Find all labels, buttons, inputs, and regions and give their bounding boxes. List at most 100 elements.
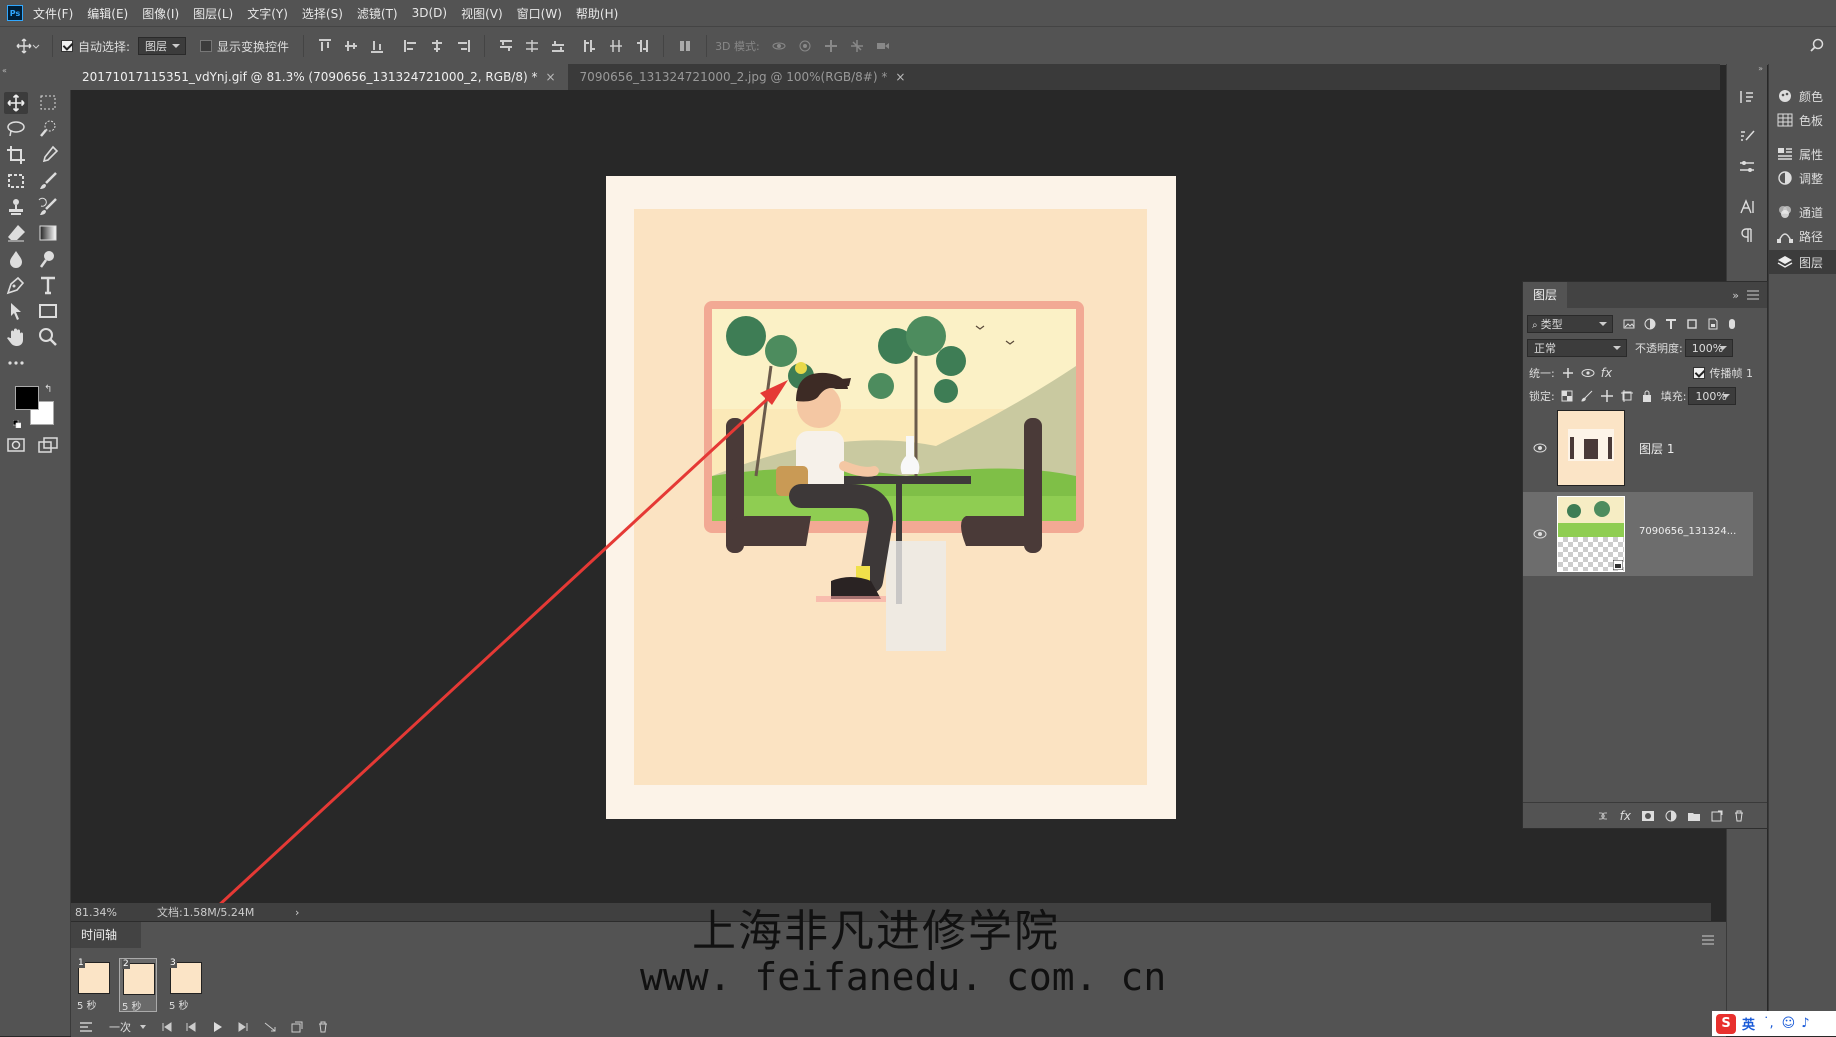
menu-filter[interactable]: 滤镜(T) (357, 5, 398, 22)
ime-punctuation-icon[interactable]: ˙, (1763, 1016, 1774, 1031)
distribute-hcenter-icon[interactable] (609, 39, 623, 53)
layer-filter-dropdown[interactable]: ⌕ 类型 (1527, 315, 1613, 333)
blur-tool[interactable] (4, 248, 28, 270)
align-right-icon[interactable] (456, 39, 471, 53)
timeline-frame[interactable]: 3 5 秒 (167, 958, 203, 1012)
quick-select-tool[interactable] (36, 118, 60, 140)
delete-layer-icon[interactable] (1733, 810, 1745, 822)
menu-window[interactable]: 窗口(W) (517, 5, 562, 22)
menu-file[interactable]: 文件(F) (33, 5, 73, 22)
unify-style-icon[interactable]: fx (1601, 366, 1612, 380)
layer-row-selected[interactable]: 7090656_131324... (1523, 492, 1753, 576)
brush-settings-icon[interactable] (1738, 128, 1756, 146)
search-icon[interactable] (1810, 38, 1824, 52)
status-menu-arrow[interactable]: › (295, 906, 299, 919)
new-layer-icon[interactable] (1711, 810, 1723, 822)
layer-style-icon[interactable]: fx (1620, 809, 1631, 823)
lock-transparent-icon[interactable] (1561, 390, 1573, 402)
panel-channels[interactable]: 通道 (1777, 202, 1836, 222)
filter-shape-icon[interactable] (1686, 318, 1698, 330)
lock-position-icon[interactable] (1600, 390, 1613, 402)
foreground-color-swatch[interactable] (15, 386, 39, 410)
first-frame-icon[interactable] (161, 1021, 173, 1033)
opacity-input[interactable]: 100% (1684, 339, 1733, 357)
loop-select[interactable]: 一次 (109, 1019, 131, 1035)
menu-image[interactable]: 图像(I) (142, 5, 179, 22)
blend-mode-dropdown[interactable]: 正常 (1527, 339, 1627, 357)
tab-gif-document[interactable]: 20171017115351_vdYnj.gif @ 81.3% (709065… (70, 64, 568, 90)
visibility-eye-icon[interactable] (1533, 443, 1547, 453)
document-canvas[interactable] (606, 176, 1176, 819)
ime-brand-icon[interactable]: S (1716, 1013, 1736, 1034)
layer-row[interactable]: 图层 1 (1523, 406, 1753, 490)
panel-menu-icon[interactable] (1747, 290, 1759, 300)
duplicate-frame-icon[interactable] (291, 1021, 303, 1033)
tween-icon[interactable] (263, 1021, 277, 1033)
align-bottom-icon[interactable] (370, 39, 384, 53)
visibility-eye-icon[interactable] (1533, 529, 1547, 539)
add-mask-icon[interactable] (1641, 810, 1655, 822)
ime-emoji-icon[interactable]: ☺ (1782, 1016, 1796, 1031)
menu-select[interactable]: 选择(S) (302, 5, 343, 22)
screen-mode-icon[interactable] (36, 434, 60, 456)
filter-smart-object-icon[interactable] (1707, 318, 1719, 330)
hand-tool[interactable] (4, 326, 28, 348)
lock-artboard-icon[interactable] (1620, 390, 1633, 402)
crop-tool[interactable] (4, 144, 28, 166)
move-tool-icon[interactable] (16, 38, 44, 54)
collapse-panels-icon[interactable]: » (1758, 64, 1763, 73)
zoom-level[interactable]: 81.34% (75, 906, 155, 919)
menu-view[interactable]: 视图(V) (461, 5, 503, 22)
show-transform-checkbox[interactable] (200, 40, 213, 52)
frame-delay[interactable]: 5 秒 (77, 997, 97, 1012)
distribute-top-icon[interactable] (499, 39, 513, 53)
align-vcenter-icon[interactable] (344, 39, 358, 53)
filter-type-icon[interactable] (1665, 318, 1677, 330)
quick-mask-icon[interactable] (4, 434, 28, 456)
ime-language[interactable]: 英 (1742, 1014, 1755, 1033)
delete-frame-icon[interactable] (317, 1021, 329, 1033)
auto-select-checkbox[interactable] (61, 40, 73, 52)
lock-pixels-icon[interactable] (1581, 390, 1593, 402)
gradient-tool[interactable] (36, 222, 60, 244)
filter-pixel-icon[interactable] (1623, 318, 1635, 330)
rectangle-tool[interactable] (36, 300, 60, 322)
more-tools-icon[interactable] (4, 352, 28, 374)
menu-edit[interactable]: 编辑(E) (87, 5, 128, 22)
menu-layer[interactable]: 图层(L) (193, 5, 233, 22)
panel-properties[interactable]: 属性 (1777, 144, 1836, 164)
close-tab-icon[interactable]: × (545, 70, 555, 84)
timeline-menu-icon[interactable] (1702, 930, 1714, 945)
filter-toggle[interactable] (1729, 319, 1735, 329)
new-adjustment-icon[interactable] (1665, 810, 1677, 822)
menu-help[interactable]: 帮助(H) (576, 5, 618, 22)
frame-delay[interactable]: 5 秒 (169, 997, 189, 1012)
distribute-right-icon[interactable] (635, 39, 649, 53)
stamp-tool[interactable] (4, 196, 28, 218)
tab-jpg-document[interactable]: 7090656_131324721000_2.jpg @ 100%(RGB/8#… (568, 64, 918, 90)
unify-visibility-icon[interactable] (1581, 367, 1595, 379)
swap-colors-icon[interactable]: ↰ (44, 384, 52, 395)
align-top-icon[interactable] (318, 39, 332, 53)
brush-presets-icon[interactable] (1738, 158, 1756, 176)
pen-tool[interactable] (4, 274, 28, 296)
lasso-tool[interactable] (4, 118, 28, 140)
filter-adjustment-icon[interactable] (1644, 318, 1656, 330)
default-colors-icon[interactable] (12, 413, 22, 429)
character-icon[interactable] (1738, 198, 1756, 216)
history-brush-tool[interactable] (36, 196, 60, 218)
frame-delay[interactable]: 5 秒 (122, 998, 142, 1013)
eraser-tool[interactable] (4, 222, 28, 244)
new-group-icon[interactable] (1687, 810, 1701, 822)
frame-tool[interactable] (4, 170, 28, 192)
move-tool[interactable] (4, 92, 28, 114)
panel-swatches[interactable]: 色板 (1777, 110, 1836, 130)
auto-align-icon[interactable] (678, 39, 692, 53)
propagate-checkbox[interactable] (1692, 367, 1705, 379)
panel-color[interactable]: 颜色 (1777, 86, 1836, 106)
menu-type[interactable]: 文字(Y) (247, 5, 288, 22)
marquee-tool[interactable] (36, 92, 60, 114)
paragraph-icon[interactable] (1738, 226, 1756, 244)
auto-select-dropdown[interactable]: 图层 (138, 37, 187, 55)
distribute-vcenter-icon[interactable] (525, 39, 539, 53)
